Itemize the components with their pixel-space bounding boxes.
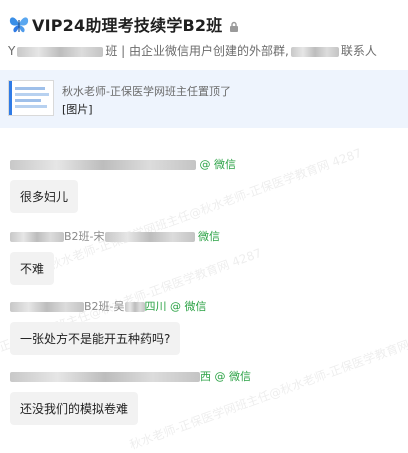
- message-4: 西 @ 微信 还没我们的模拟卷难: [10, 370, 251, 425]
- pinned-image-thumbnail[interactable]: [8, 80, 54, 116]
- message-2: B2班-宋 微信 不难: [10, 230, 220, 285]
- sender-name-part: B2班-宋: [64, 230, 105, 243]
- message-sender[interactable]: B2班-吴 四川 @ 微信: [10, 300, 207, 314]
- lock-icon: [228, 18, 240, 32]
- sender-name-part: B2班-吴: [84, 300, 125, 313]
- title-row: VIP24助理考技续学B2班: [8, 12, 240, 36]
- chat-header: VIP24助理考技续学B2班 Y 班 | 由企业微信用户创建的外部群, 联系人: [0, 0, 408, 62]
- message-bubble[interactable]: 一张处方不是能开五种药吗?: [10, 322, 181, 355]
- message-bubble[interactable]: 还没我们的模拟卷难: [10, 392, 139, 425]
- pinned-by-text: 秋水老师-正保医学网班主任置顶了: [62, 85, 231, 98]
- wechat-tag: 四川 @ 微信: [144, 300, 207, 313]
- butterfly-logo-icon: [8, 13, 30, 35]
- group-subtitle: Y 班 | 由企业微信用户创建的外部群, 联系人: [8, 42, 404, 59]
- message-1: @ 微信 很多妇儿: [10, 158, 236, 213]
- group-title[interactable]: VIP24助理考技续学B2班: [32, 12, 222, 36]
- message-bubble[interactable]: 很多妇儿: [10, 180, 79, 213]
- subtitle-suffix: 联系人: [340, 44, 377, 58]
- message-bubble[interactable]: 不难: [10, 252, 55, 285]
- wechat-tag: @ 微信: [199, 158, 237, 171]
- message-sender[interactable]: @ 微信: [10, 158, 236, 172]
- wechat-tag: 微信: [198, 230, 221, 243]
- wechat-tag: 西 @ 微信: [200, 370, 251, 383]
- pinned-message-banner[interactable]: 秋水老师-正保医学网班主任置顶了 [图片]: [0, 70, 408, 128]
- thumbnail-accent-bar: [9, 81, 12, 115]
- pinned-content[interactable]: [图片]: [62, 101, 93, 117]
- message-sender[interactable]: 西 @ 微信: [10, 370, 251, 384]
- message-sender[interactable]: B2班-宋 微信: [10, 230, 220, 244]
- message-3: B2班-吴 四川 @ 微信 一张处方不是能开五种药吗?: [10, 300, 207, 355]
- subtitle-prefix: Y: [8, 44, 16, 58]
- subtitle-middle: 班 | 由企业微信用户创建的外部群,: [105, 44, 289, 58]
